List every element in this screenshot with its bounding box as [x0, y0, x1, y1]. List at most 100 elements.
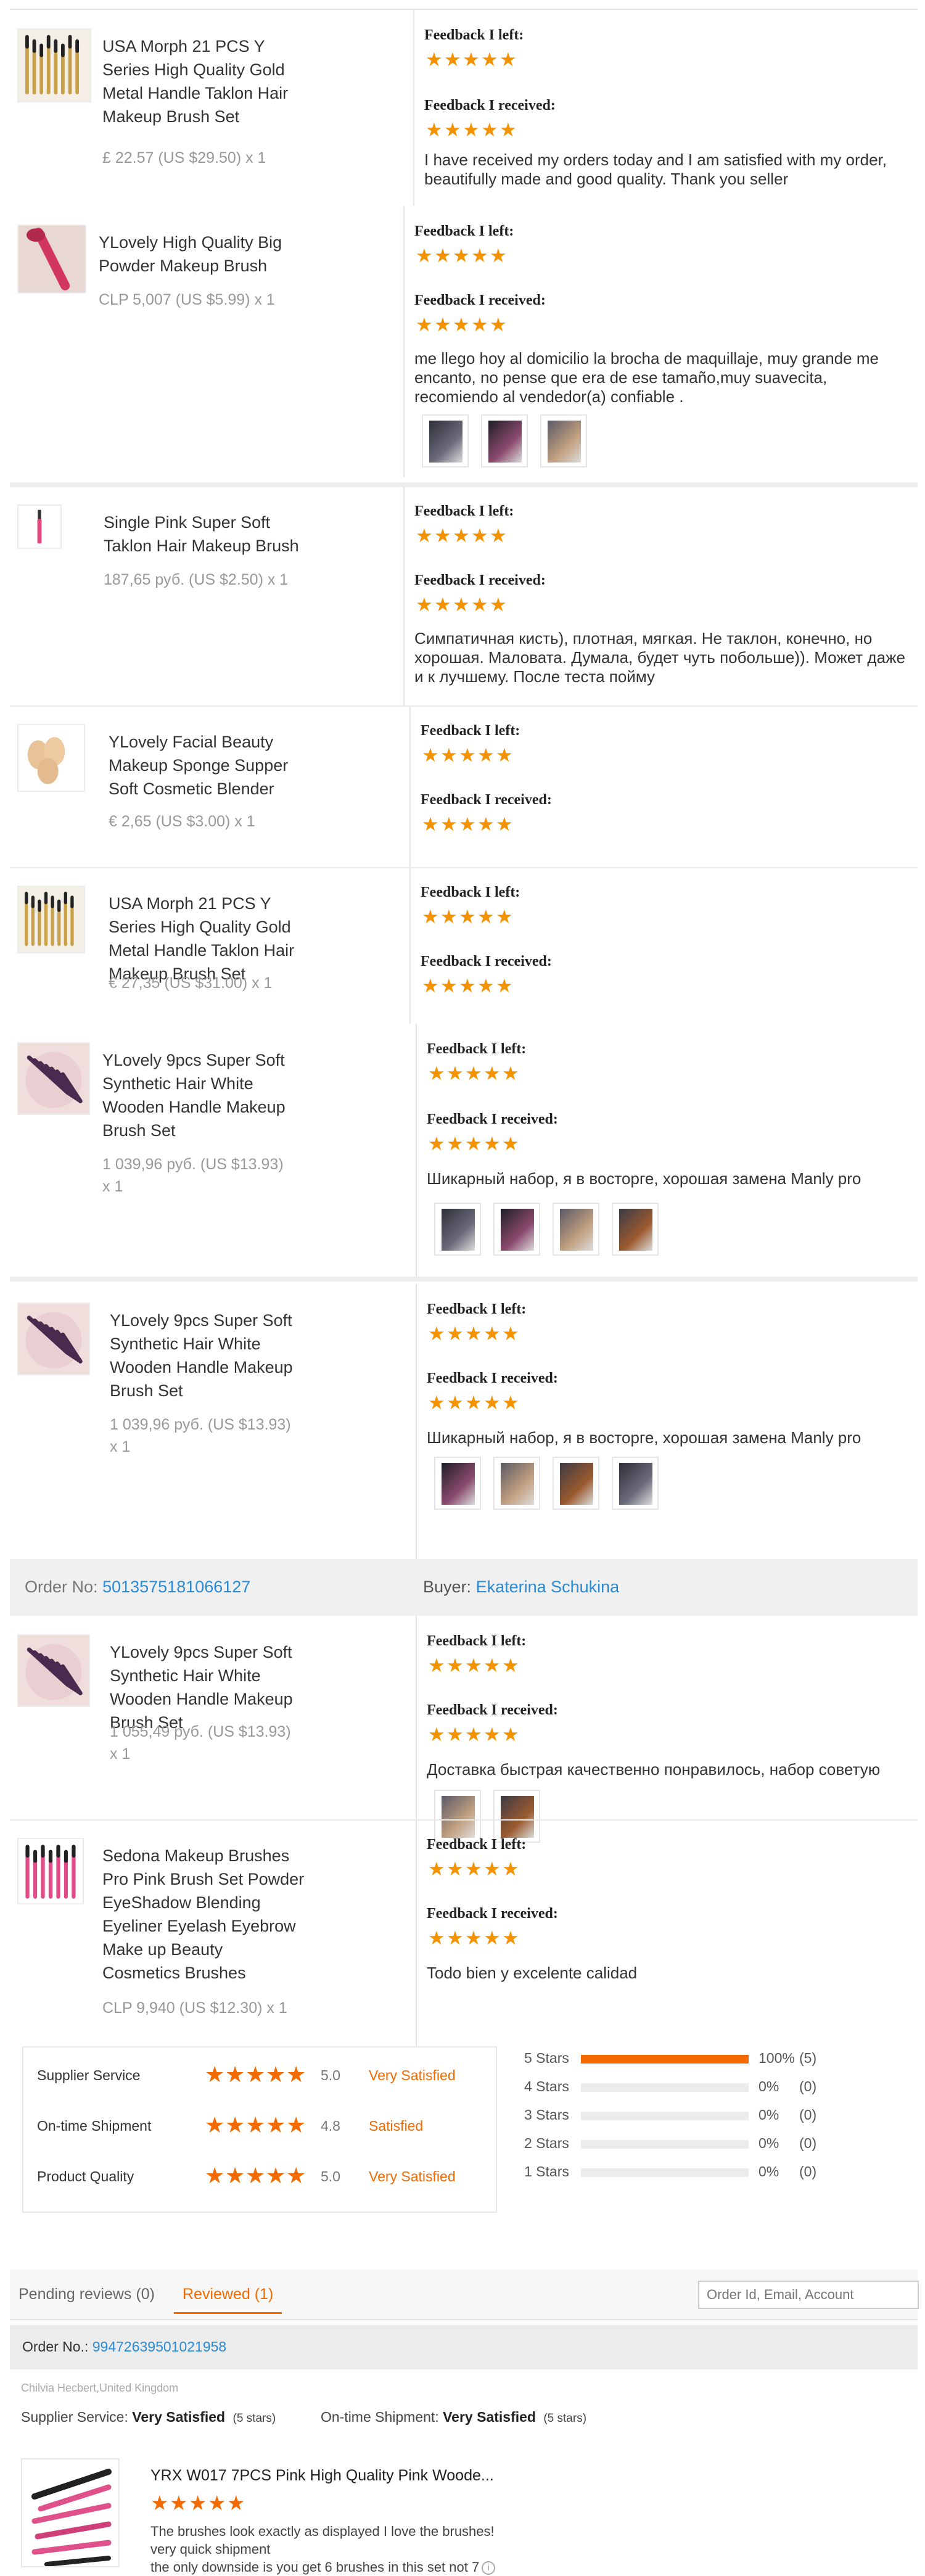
buyer-name-link[interactable]: Ekaterina Schukina [476, 1578, 620, 1596]
feedback-photo[interactable] [553, 1457, 599, 1510]
star-icon: ★ [459, 744, 476, 766]
feedback-page: USA Morph 21 PCS Y Series High Quality Go… [0, 0, 925, 2575]
sponge-thumbnail[interactable] [17, 724, 85, 792]
feedback-received-label: Feedback I received: [424, 97, 556, 113]
star-icon: ★ [286, 2163, 306, 2188]
product-name-link[interactable]: YLovely 9pcs Super Soft Synthetic Hair Wh… [110, 1309, 293, 1402]
product-name-link[interactable]: Sedona Makeup Brushes Pro Pink Brush Set … [102, 1844, 304, 1985]
product-name-link[interactable]: YLovely 9pcs Super Soft Synthetic Hair Wh… [102, 1048, 286, 1142]
star-icon: ★ [266, 2112, 286, 2138]
product-name-line: Taklon Hair Makeup Brush [104, 537, 299, 555]
brush-set-thumbnail[interactable] [17, 886, 85, 953]
feedback-left-stars: ★ ★ ★ ★ ★ [428, 1323, 520, 1344]
star-icon: ★ [416, 245, 433, 266]
rating-row: On-time Shipment ★ ★ ★ ★ ★ 4.8 Satisfied [23, 2102, 498, 2152]
purple-brush-set-thumbnail[interactable] [17, 1042, 90, 1115]
histogram-percent: 100% [758, 2050, 795, 2066]
row-divider [10, 867, 918, 868]
star-icon: ★ [428, 1133, 445, 1154]
histogram-label: 2 Stars [524, 2135, 569, 2151]
feedback-comment: I have received my orders today and I am… [424, 150, 913, 189]
powder-brush-thumbnail[interactable] [17, 224, 86, 294]
tab-pending-reviews[interactable]: Pending reviews (0) [10, 2282, 163, 2314]
star-icon: ★ [208, 2492, 226, 2514]
star-icon: ★ [170, 2492, 188, 2514]
product-name-link[interactable]: Single Pink Super Soft Taklon Hair Makeup… [104, 511, 299, 558]
product-cell: Single Pink Super Soft Taklon Hair Makeup… [10, 486, 405, 706]
comment-line: recomiendo al vendedor(a) confiable . [414, 387, 684, 406]
product-price: 1 055,49 руб. (US $13.93) x 1 [110, 1721, 291, 1765]
search-input[interactable] [698, 2281, 919, 2309]
star-icon: ★ [416, 525, 433, 546]
review-product-title[interactable]: YRX W017 7PCS Pink High Quality Pink Woo… [150, 2467, 494, 2485]
purple-brush-set-thumbnail[interactable] [17, 1634, 90, 1707]
rating-stars: ★ ★ ★ ★ ★ [205, 2062, 306, 2087]
product-name-line: Brush Set [102, 1121, 176, 1140]
product-price: CLP 9,940 (US $12.30) x 1 [102, 1999, 287, 2017]
review-line: very quick shipment [150, 2541, 271, 2557]
feedback-photo[interactable] [434, 1203, 481, 1256]
histogram-row: 4 Stars 0% (0) [524, 2075, 919, 2099]
star-icon: ★ [422, 975, 439, 997]
feedback-photo[interactable] [612, 1203, 659, 1256]
row-divider [10, 1277, 918, 1282]
feedback-left-stars: ★ ★ ★ ★ ★ [416, 245, 508, 266]
price-line: x 1 [110, 1745, 131, 1763]
feedback-photo[interactable] [493, 1203, 540, 1256]
comment-line: Шикарный набор, я в восторге, хорошая за… [427, 1169, 861, 1188]
feedback-received-stars: ★ ★ ★ ★ ★ [428, 1133, 520, 1154]
star-icon: ★ [422, 744, 439, 766]
feedback-left-label: Feedback I left: [414, 223, 514, 239]
feedback-received-label: Feedback I received: [427, 1370, 558, 1386]
detailed-ratings: Supplier Service ★ ★ ★ ★ ★ 5.0 Very Satisfie… [22, 2046, 497, 2213]
product-thumbnail[interactable] [21, 2458, 120, 2567]
product-price: £ 22.57 (US $29.50) x 1 [102, 149, 266, 167]
feedback-left-stars: ★ ★ ★ ★ ★ [416, 525, 508, 546]
star-icon: ★ [205, 2112, 225, 2138]
star-icon: ★ [266, 2062, 286, 2087]
order-number-link[interactable]: 99472639501021958 [92, 2339, 226, 2355]
comment-line: beautifully made and good quality. Thank… [424, 170, 789, 188]
star-icon: ★ [446, 1133, 464, 1154]
feedback-photo[interactable] [540, 414, 587, 467]
feedback-photo[interactable] [434, 1457, 481, 1510]
feedback-photo[interactable] [612, 1457, 659, 1510]
star-icon: ★ [483, 1655, 501, 1676]
feedback-photo[interactable] [553, 1203, 599, 1256]
product-name-link[interactable]: YLovely High Quality Big Powder Makeup Br… [99, 231, 282, 278]
pink-brush-set-thumbnail[interactable] [17, 1838, 84, 1904]
histogram-percent: 0% [758, 2107, 779, 2123]
brush-set-thumbnail[interactable] [17, 28, 91, 102]
star-icon: ★ [465, 1392, 482, 1414]
order-number-link[interactable]: 5013575181066127 [102, 1578, 250, 1596]
star-icon: ★ [465, 1724, 482, 1745]
rating-label: Very Satisfied [369, 2067, 456, 2083]
pink-brush-thumbnail[interactable] [17, 504, 62, 549]
star-icon: ★ [453, 525, 470, 546]
star-icon: ★ [205, 2062, 225, 2087]
feedback-comment: Шикарный набор, я в восторге, хорошая за… [427, 1169, 913, 1188]
info-icon[interactable]: i [482, 2561, 496, 2575]
star-icon: ★ [428, 1323, 445, 1344]
comment-line: encanto, no pense que era de ese tamaño,… [414, 368, 828, 387]
feedback-photo[interactable] [493, 1457, 540, 1510]
star-icon: ★ [465, 1323, 482, 1344]
purple-brush-set-thumbnail[interactable] [17, 1302, 90, 1375]
star-icon: ★ [428, 1724, 445, 1745]
product-name-link[interactable]: YLovely Facial Beauty Makeup Sponge Suppe… [109, 730, 288, 800]
feedback-photo[interactable] [422, 414, 469, 467]
star-icon: ★ [446, 1724, 464, 1745]
feedback-left-stars: ★ ★ ★ ★ ★ [428, 1064, 520, 1083]
product-name-line: Sedona Makeup Brushes [102, 1846, 290, 1865]
feedback-photo[interactable] [481, 414, 528, 467]
product-name-link[interactable]: USA Morph 21 PCS Y Series High Quality Go… [102, 35, 288, 128]
star-icon: ★ [496, 813, 513, 835]
star-icon: ★ [434, 594, 451, 615]
product-name-line: Wooden Handle Makeup [110, 1358, 293, 1376]
feedback-photos [434, 1457, 659, 1510]
star-icon: ★ [444, 49, 461, 70]
tab-reviewed[interactable]: Reviewed (1) [174, 2282, 282, 2314]
feedback-row: Sedona Makeup Brushes Pro Pink Brush Set … [10, 1819, 918, 2046]
product-name-line: Cosmetics Brushes [102, 1964, 246, 1982]
star-icon: ★ [465, 1858, 482, 1880]
